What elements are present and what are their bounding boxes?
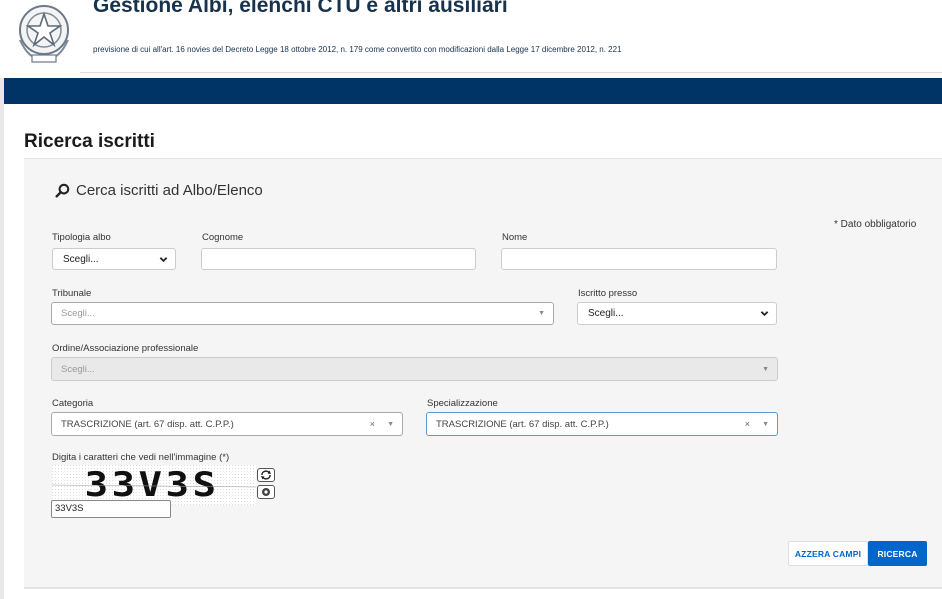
- required-note: * Dato obbligatorio: [834, 219, 917, 230]
- specializzazione-label: Specializzazione: [427, 398, 498, 409]
- search-section-heading: Cerca iscritti ad Albo/Elenco: [55, 182, 263, 199]
- captcha-refresh-button[interactable]: [257, 468, 275, 482]
- clear-icon[interactable]: ×: [370, 419, 375, 429]
- search-icon: [55, 183, 70, 198]
- chevron-down-icon: [159, 256, 168, 262]
- site-title: Gestione Albi, elenchi CTU e altri ausil…: [93, 0, 508, 17]
- site-subtitle: previsione di cui all'art. 16 novies del…: [93, 45, 622, 54]
- nome-label: Nome: [502, 232, 528, 243]
- clear-icon[interactable]: ×: [745, 419, 750, 429]
- tipologia-albo-value: Scegli...: [63, 253, 99, 265]
- tipologia-albo-label: Tipologia albo: [52, 232, 111, 243]
- specializzazione-value: TRASCRIZIONE (art. 67 disp. att. C.P.P.): [436, 418, 609, 430]
- reset-button[interactable]: AZZERA CAMPI: [788, 541, 868, 566]
- header-divider: [80, 72, 942, 73]
- dropdown-arrow-icon: ▼: [387, 420, 394, 428]
- captcha-image: 33V3S: [52, 465, 256, 505]
- nome-input[interactable]: [501, 248, 777, 270]
- specializzazione-select[interactable]: TRASCRIZIONE (art. 67 disp. att. C.P.P.)…: [426, 412, 778, 436]
- captcha-text: 33V3S: [85, 465, 220, 504]
- italian-republic-emblem-icon: [19, 5, 69, 63]
- main-navbar: [4, 78, 942, 104]
- tribunale-placeholder: Scegli...: [61, 308, 95, 319]
- dropdown-arrow-icon: ▼: [538, 310, 545, 317]
- ordine-label: Ordine/Associazione professionale: [52, 343, 199, 354]
- site-header: Gestione Albi, elenchi CTU e altri ausil…: [0, 0, 942, 78]
- captcha-audio-button[interactable]: [257, 485, 275, 499]
- chevron-down-icon: [760, 311, 769, 317]
- cognome-input[interactable]: [201, 248, 476, 270]
- dropdown-arrow-icon: ▼: [762, 365, 769, 373]
- iscritto-presso-value: Scegli...: [588, 308, 624, 319]
- dropdown-arrow-icon: ▼: [762, 420, 769, 428]
- categoria-value: TRASCRIZIONE (art. 67 disp. att. C.P.P.): [61, 418, 234, 430]
- categoria-label: Categoria: [52, 398, 94, 409]
- search-button[interactable]: RICERCA: [868, 541, 927, 566]
- tribunale-label: Tribunale: [52, 288, 92, 299]
- search-heading-text: Cerca iscritti ad Albo/Elenco: [76, 182, 263, 199]
- captcha-label: Digita i caratteri che vedi nell'immagin…: [52, 452, 230, 463]
- page-title: Ricerca iscritti: [24, 131, 155, 152]
- tribunale-select[interactable]: Scegli... ▼: [51, 302, 554, 325]
- refresh-icon: [261, 470, 271, 480]
- categoria-select[interactable]: TRASCRIZIONE (art. 67 disp. att. C.P.P.)…: [51, 412, 403, 436]
- ordine-placeholder: Scegli...: [61, 363, 95, 375]
- iscritto-presso-label: Iscritto presso: [578, 288, 638, 299]
- tipologia-albo-select[interactable]: Scegli...: [52, 248, 176, 270]
- cognome-label: Cognome: [202, 232, 244, 243]
- iscritto-presso-select[interactable]: Scegli...: [577, 302, 777, 325]
- ordine-select[interactable]: Scegli... ▼: [51, 357, 778, 381]
- audio-icon: [262, 488, 270, 496]
- captcha-input[interactable]: 33V3S: [51, 500, 171, 518]
